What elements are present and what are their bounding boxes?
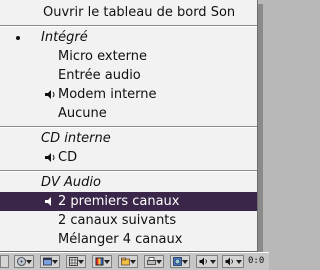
menu-item-aucune[interactable]: Aucune (0, 104, 257, 123)
open-sound-panel-label: Ouvrir le tableau de bord Son (43, 5, 236, 20)
strip-button-sound-source[interactable] (222, 255, 244, 268)
speaker-icon (45, 153, 55, 162)
menu-item-label: 2 canaux suivants (58, 213, 177, 228)
speaker-icon (45, 197, 51, 206)
speaker-icon (225, 257, 233, 266)
menu-item-micro-externe[interactable]: Micro externe (0, 47, 257, 66)
strip-button-remote-access[interactable] (170, 255, 190, 268)
chevron-down-icon (78, 260, 84, 264)
menu-item-label: Entrée audio (58, 68, 141, 83)
menu-separator (0, 170, 257, 172)
folder-icon (121, 257, 130, 266)
color-palette-icon (95, 257, 104, 266)
menu-item-melanger-4-canaux[interactable]: Mélanger 4 canaux (0, 230, 257, 249)
menu-item-2-premiers-canaux[interactable]: 2 premiers canaux (0, 192, 257, 211)
selected-bullet-icon (16, 36, 20, 40)
strip-button-location[interactable] (118, 255, 138, 268)
strip-tab-left[interactable] (0, 255, 9, 268)
chevron-down-icon (236, 260, 242, 264)
printer-icon (147, 257, 156, 265)
group-header-integrated: Intégré (41, 30, 88, 45)
strip-button-printer[interactable] (144, 255, 164, 268)
control-strip: 0:0 (0, 252, 269, 270)
menu-item-label: CD (58, 150, 78, 165)
sound-source-menu: Ouvrir le tableau de bord Son Intégré Mi… (0, 0, 258, 252)
menu-item-entree-audio[interactable]: Entrée audio (0, 66, 257, 85)
menu-item-label: Aucune (58, 106, 107, 121)
strip-button-sound-volume[interactable] (196, 255, 218, 268)
strip-button-apps[interactable] (40, 255, 60, 268)
chevron-down-icon (104, 260, 110, 264)
strip-button-monitors[interactable] (92, 255, 112, 268)
speaker-icon (199, 257, 207, 266)
menu-separator (0, 126, 257, 128)
grid-icon (69, 257, 78, 266)
group-header-cd: CD interne (41, 131, 111, 146)
menu-item-label: Mélanger 4 canaux (58, 232, 183, 247)
menu-shadow (258, 4, 263, 252)
cd-icon (17, 257, 26, 266)
menu-item-modem-interne[interactable]: Modem interne (0, 85, 257, 104)
chevron-down-icon (52, 260, 58, 264)
window-icon (43, 257, 52, 266)
chevron-down-icon (182, 260, 188, 264)
menu-item-label: Modem interne (58, 87, 157, 102)
menu-item-2-canaux-suivants[interactable]: 2 canaux suivants (0, 211, 257, 230)
globe-icon (173, 257, 182, 266)
chevron-down-icon (130, 260, 136, 264)
menu-separator (0, 25, 257, 27)
menu-item-label: 2 premiers canaux (58, 194, 180, 209)
strip-button-monitor[interactable] (14, 255, 34, 268)
chevron-down-icon (156, 260, 162, 264)
speaker-icon (45, 90, 55, 99)
chevron-down-icon (26, 260, 32, 264)
open-sound-panel-item[interactable]: Ouvrir le tableau de bord Son (0, 3, 257, 22)
menu-item-label: Micro externe (58, 49, 148, 64)
strip-button-file-sharing[interactable] (66, 255, 86, 268)
menu-item-cd[interactable]: CD (0, 148, 257, 167)
group-header-dv-audio: DV Audio (41, 175, 101, 190)
clock: 0:0 (248, 256, 265, 266)
chevron-down-icon (210, 260, 216, 264)
